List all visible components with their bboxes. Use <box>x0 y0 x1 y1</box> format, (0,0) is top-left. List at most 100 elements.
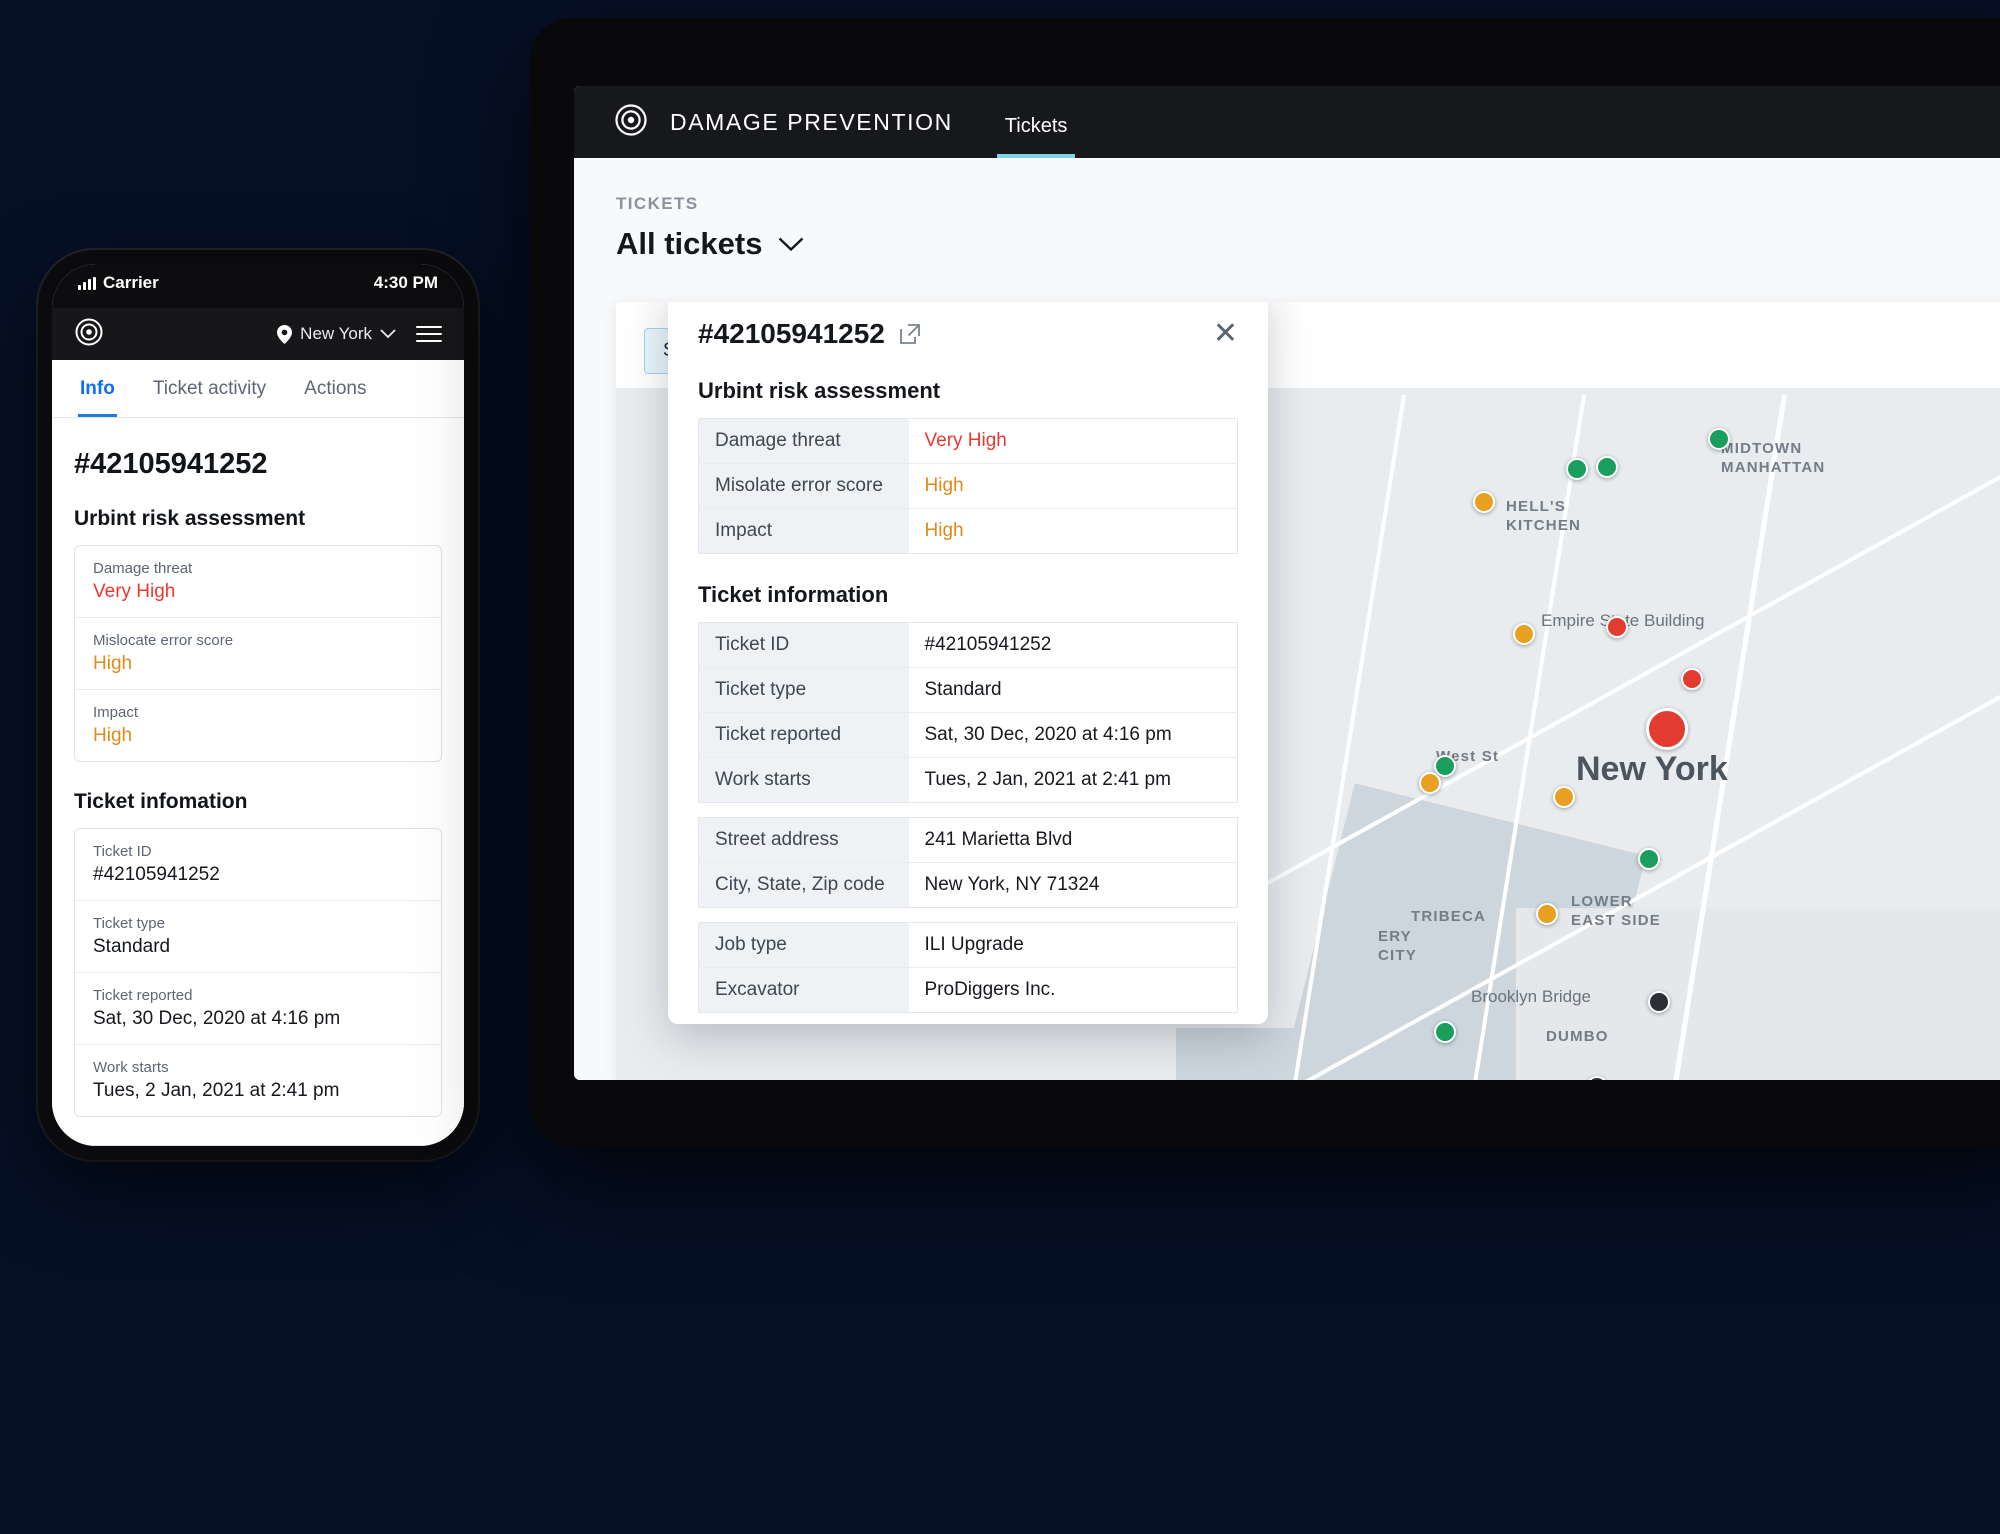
map-ticket-dot[interactable] <box>1638 848 1660 870</box>
modal-ticket-id-row: #42105941252 <box>698 318 921 350</box>
map-ticket-dot[interactable] <box>1606 616 1628 638</box>
list-item: Impact High <box>75 690 441 761</box>
row-value: High <box>908 463 1238 509</box>
app-brand-title: DAMAGE PREVENTION <box>670 108 953 135</box>
table-row: Misolate error score High <box>698 463 1238 509</box>
map-ticket-dot[interactable] <box>1566 458 1588 480</box>
table-row: Street address 241 Marietta Blvd <box>698 817 1238 863</box>
phone-ticket-id: #42105941252 <box>74 448 268 480</box>
tablet-device: DAMAGE PREVENTION Tickets TICKETS All ti… <box>530 18 2000 1148</box>
row-key: Ticket ID <box>698 622 909 668</box>
row-key: Work starts <box>93 1059 169 1076</box>
map-ticket-dot[interactable] <box>1648 991 1670 1013</box>
urbint-target-logo-icon[interactable] <box>614 103 648 142</box>
close-x-icon[interactable]: ✕ <box>1213 319 1238 349</box>
list-item: Ticket ID #42105941252 <box>75 829 441 901</box>
row-value: Very High <box>93 581 176 602</box>
tablet-screen: DAMAGE PREVENTION Tickets TICKETS All ti… <box>574 86 2000 1080</box>
phone-risk-card: Damage threat Very High Mislocate error … <box>74 545 442 762</box>
page-title: All tickets <box>616 226 763 261</box>
row-key: Damage threat <box>93 560 193 577</box>
row-key: Damage threat <box>698 418 909 464</box>
map-label: BROOKLYN NAVY YARD <box>1616 1078 1712 1080</box>
table-row: Impact High <box>698 508 1238 554</box>
map-ticket-dot[interactable] <box>1434 755 1456 777</box>
row-key: Work starts <box>698 757 909 803</box>
map-ticket-dot[interactable] <box>1708 428 1730 450</box>
row-value: Sat, 30 Dec, 2020 at 4:16 pm <box>93 1008 341 1029</box>
map-label: HELL'S KITCHEN <box>1506 498 1582 534</box>
tablet-content: TICKETS All tickets Sort by: Damage pote… <box>574 158 2000 1080</box>
phone-nav-bar: New York <box>52 308 464 360</box>
table-row: Ticket ID #42105941252 <box>698 622 1238 668</box>
phone-ticket-heading: Ticket infomation <box>74 790 248 813</box>
external-link-icon[interactable] <box>899 323 921 345</box>
map-label: DUMBO <box>1546 1028 1609 1045</box>
map-ticket-dot[interactable] <box>1513 623 1535 645</box>
ticket-detail-modal: #42105941252 ✕ Urbint risk assessment Da… <box>668 302 1268 1024</box>
row-key: Impact <box>93 704 139 721</box>
chevron-down-icon[interactable] <box>778 237 804 252</box>
map-pin-icon <box>277 324 293 344</box>
phone-content: #42105941252 Urbint risk assessment Dama… <box>52 448 464 1146</box>
urbint-target-logo-icon[interactable] <box>74 317 104 352</box>
row-key: Job type <box>698 922 909 968</box>
row-key: Excavator <box>698 967 909 1013</box>
row-value: #42105941252 <box>93 864 220 885</box>
map-label: ERY CITY <box>1378 928 1417 964</box>
phone-notch <box>168 264 348 294</box>
page-title-row[interactable]: All tickets <box>574 214 2000 262</box>
map-ticket-dot[interactable] <box>1681 668 1703 690</box>
map-ticket-dot[interactable] <box>1419 772 1441 794</box>
table-row: Damage threat Very High <box>698 418 1238 464</box>
chevron-down-icon <box>380 329 396 339</box>
row-key: Ticket reported <box>698 712 909 758</box>
status-time: 4:30 PM <box>373 273 438 292</box>
address-table: Street address 241 Marietta Blvd City, S… <box>698 817 1238 908</box>
map-ticket-dot[interactable] <box>1553 786 1575 808</box>
row-key: Misolate error score <box>698 463 909 509</box>
map-ticket-dot[interactable] <box>1536 903 1558 925</box>
phone-screen: Carrier 4:30 PM New York Info Ticket act… <box>52 264 464 1146</box>
modal-ticket-id: #42105941252 <box>698 318 885 349</box>
map-ticket-dot[interactable] <box>1646 708 1688 750</box>
signal-bars-icon <box>78 276 96 290</box>
phone-ticket-card: Ticket ID #42105941252 Ticket type Stand… <box>74 828 442 1117</box>
map-ticket-dot[interactable] <box>1434 1021 1456 1043</box>
list-item: Ticket type Standard <box>75 901 441 973</box>
table-row: City, State, Zip code New York, NY 71324 <box>698 862 1238 908</box>
table-row: Work starts Tues, 2 Jan, 2021 at 2:41 pm <box>698 757 1238 803</box>
tab-tickets[interactable]: Tickets <box>996 115 1076 158</box>
modal-header: #42105941252 ✕ <box>698 318 1238 350</box>
tab-ticket-activity[interactable]: Ticket activity <box>151 360 268 417</box>
row-value: Very High <box>908 418 1238 464</box>
row-value: 241 Marietta Blvd <box>908 817 1238 863</box>
table-row: Job type ILI Upgrade <box>698 922 1238 968</box>
risk-table: Damage threat Very High Misolate error s… <box>698 418 1238 554</box>
map-ticket-dot[interactable] <box>1473 491 1495 513</box>
tab-actions[interactable]: Actions <box>302 360 368 417</box>
tab-info[interactable]: Info <box>78 360 117 417</box>
location-label: New York <box>300 324 372 343</box>
carrier-label: Carrier <box>103 273 159 292</box>
ticket-info-table: Ticket ID #42105941252 Ticket type Stand… <box>698 622 1238 803</box>
row-value: Tues, 2 Jan, 2021 at 2:41 pm <box>93 1080 340 1101</box>
map-label: MIDTOWN MANHATTAN <box>1721 440 1826 476</box>
map-ticket-dot[interactable] <box>1596 456 1618 478</box>
table-row: Ticket type Standard <box>698 667 1238 713</box>
phone-tab-bar: Info Ticket activity Actions <box>52 360 464 418</box>
row-key: Street address <box>698 817 909 863</box>
tickets-panel: Sort by: Damage potential MIDTOWN MANHAT… <box>616 302 2000 1080</box>
map-label: TRIBECA <box>1411 908 1487 925</box>
table-row: Excavator ProDiggers Inc. <box>698 967 1238 1013</box>
row-value: ILI Upgrade <box>908 922 1238 968</box>
row-value: Sat, 30 Dec, 2020 at 4:16 pm <box>908 712 1238 758</box>
hamburger-menu-icon[interactable] <box>416 326 442 342</box>
row-key: Ticket ID <box>93 843 152 860</box>
table-row: Ticket reported Sat, 30 Dec, 2020 at 4:1… <box>698 712 1238 758</box>
location-selector[interactable]: New York <box>277 324 396 344</box>
phone-address-card: Street address 241 Marietta Blvd New Yor… <box>74 1145 442 1146</box>
map-label: New York <box>1576 750 1728 788</box>
list-item: Damage threat Very High <box>75 546 441 618</box>
row-value: #42105941252 <box>908 622 1238 668</box>
